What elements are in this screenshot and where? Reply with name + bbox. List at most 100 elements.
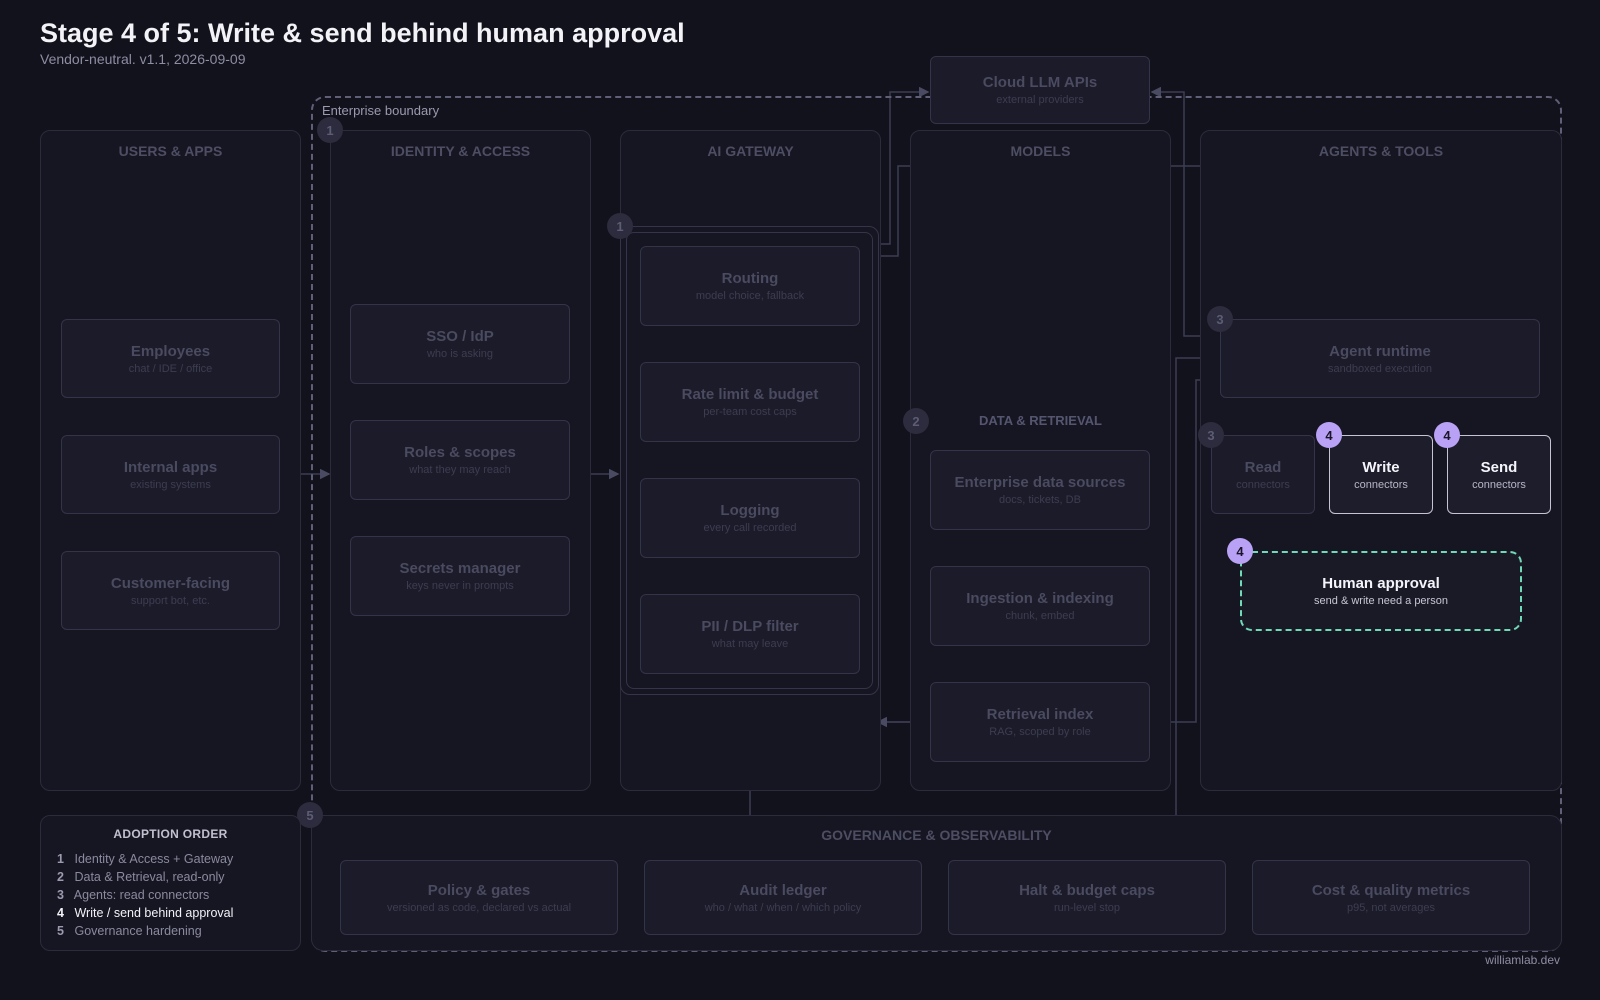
step-badge-1: 1: [317, 117, 343, 143]
legend-item-number: 1: [57, 852, 64, 866]
box-subtitle: who / what / when / which policy: [704, 901, 862, 914]
secrets-manager-box: Secrets manager keys never in prompts: [350, 536, 570, 616]
retrieval-index-box: Retrieval index RAG, scoped by role: [930, 682, 1150, 762]
legend-item: 1 Identity & Access + Gateway: [57, 850, 233, 868]
cost-quality-metrics-box: Cost & quality metrics p95, not averages: [1252, 860, 1530, 935]
box-subtitle: p95, not averages: [1346, 901, 1436, 914]
halt-budget-caps-box: Halt & budget caps run-level stop: [948, 860, 1226, 935]
sso-idp-box: SSO / IdP who is asking: [350, 304, 570, 384]
box-subtitle: send & write need a person: [1314, 595, 1448, 607]
box-title: Cloud LLM APIs: [982, 74, 1098, 91]
enterprise-boundary-label: Enterprise boundary: [322, 103, 440, 118]
legend-item: 2 Data & Retrieval, read-only: [57, 868, 233, 886]
box-subtitle: support bot, etc.: [131, 594, 210, 607]
box-subtitle: RAG, scoped by role: [989, 726, 1091, 738]
step-badge-4: 4: [1316, 422, 1342, 448]
step-badge-3: 3: [1207, 306, 1233, 332]
box-title: Retrieval index: [986, 706, 1094, 723]
legend-item-label: Agents: read connectors: [73, 888, 210, 902]
policy-gates-box: Policy & gates versioned as code, declar…: [340, 860, 618, 935]
box-title: Agent runtime: [1329, 342, 1431, 360]
box-subtitle: run-level stop: [1053, 901, 1121, 914]
legend-item-number: 3: [57, 888, 64, 902]
enterprise-data-sources-box: Enterprise data sources docs, tickets, D…: [930, 450, 1150, 530]
box-subtitle: connectors: [1236, 478, 1290, 491]
box-subtitle: who is asking: [426, 348, 494, 360]
box-subtitle: existing systems: [130, 478, 211, 491]
internal-apps-box: Internal apps existing systems: [61, 435, 280, 514]
legend-item-label: Data & Retrieval, read-only: [74, 870, 225, 884]
adoption-order-legend: ADOPTION ORDER 1 Identity & Access + Gat…: [40, 815, 301, 951]
box-subtitle: sandboxed execution: [1328, 362, 1432, 375]
legend-item-label: Identity & Access + Gateway: [74, 852, 234, 866]
box-title: Send: [1480, 458, 1518, 476]
box-subtitle: keys never in prompts: [406, 580, 514, 592]
legend-item: 3 Agents: read connectors: [57, 886, 233, 904]
legend-item-label: Governance hardening: [74, 924, 202, 938]
legend-item-number: 5: [57, 924, 64, 938]
box-subtitle: versioned as code, declared vs actual: [386, 901, 572, 914]
box-title: Logging: [720, 502, 780, 519]
box-title: Write: [1362, 458, 1400, 476]
box-title: Customer-facing: [110, 574, 231, 592]
write-connectors-box: Write connectors: [1329, 435, 1433, 514]
footer-credit: williamlab.dev: [1485, 953, 1560, 967]
human-approval-box: Human approval send & write need a perso…: [1240, 551, 1522, 631]
rate-limit-budget-box: Rate limit & budget per-team cost caps: [640, 362, 860, 442]
pii-dlp-filter-box: PII / DLP filter what may leave: [640, 594, 860, 674]
legend-list: 1 Identity & Access + Gateway 2 Data & R…: [57, 850, 233, 940]
box-title: Secrets manager: [399, 560, 521, 577]
page-title: Stage 4 of 5: Write & send behind human …: [40, 18, 685, 48]
audit-ledger-box: Audit ledger who / what / when / which p…: [644, 860, 922, 935]
legend-item-number: 2: [57, 870, 64, 884]
roles-scopes-box: Roles & scopes what they may reach: [350, 420, 570, 500]
legend-title: ADOPTION ORDER: [113, 827, 228, 841]
step-badge-1: 1: [607, 213, 633, 239]
box-title: Read: [1244, 458, 1282, 476]
box-title: Enterprise data sources: [954, 474, 1126, 491]
box-title: SSO / IdP: [426, 328, 494, 345]
box-title: Rate limit & budget: [681, 386, 819, 403]
box-subtitle: what may leave: [711, 638, 789, 650]
box-subtitle: every call recorded: [703, 522, 797, 534]
box-title: Cost & quality metrics: [1311, 881, 1471, 899]
box-subtitle: external providers: [996, 94, 1084, 106]
box-subtitle: connectors: [1472, 478, 1526, 491]
box-title: Internal apps: [123, 458, 218, 476]
send-connectors-box: Send connectors: [1447, 435, 1551, 514]
legend-item-current: 4 Write / send behind approval: [57, 904, 233, 922]
column-title: USERS & APPS: [118, 143, 223, 159]
box-title: Halt & budget caps: [1019, 881, 1155, 899]
employees-box: Employees chat / IDE / office: [61, 319, 280, 398]
cloud-llm-apis-box: Cloud LLM APIs external providers: [930, 56, 1150, 124]
logging-box: Logging every call recorded: [640, 478, 860, 558]
customer-facing-box: Customer-facing support bot, etc.: [61, 551, 280, 630]
step-badge-3: 3: [1198, 422, 1224, 448]
data-retrieval-heading: DATA & RETRIEVAL: [978, 413, 1102, 428]
box-subtitle: chat / IDE / office: [128, 362, 213, 375]
box-title: Roles & scopes: [404, 444, 516, 461]
box-subtitle: connectors: [1354, 478, 1408, 491]
box-title: Employees: [130, 342, 211, 360]
legend-item-label: Write / send behind approval: [74, 906, 234, 920]
agent-runtime-box: Agent runtime sandboxed execution: [1220, 319, 1540, 398]
box-title: Policy & gates: [427, 881, 531, 899]
box-subtitle: what they may reach: [409, 464, 511, 476]
box-subtitle: docs, tickets, DB: [999, 494, 1081, 506]
box-subtitle: model choice, fallback: [695, 290, 805, 302]
box-title: PII / DLP filter: [701, 618, 799, 635]
step-badge-4: 4: [1434, 422, 1460, 448]
legend-item-number: 4: [57, 906, 64, 920]
read-connectors-box: Read connectors: [1211, 435, 1315, 514]
column-title: AI GATEWAY: [707, 143, 794, 159]
page-subtitle: Vendor-neutral. v1.1, 2026-09-09: [40, 51, 246, 67]
box-subtitle: per-team cost caps: [703, 406, 797, 418]
step-badge-4: 4: [1227, 538, 1253, 564]
box-subtitle: chunk, embed: [1005, 610, 1075, 622]
ingestion-indexing-box: Ingestion & indexing chunk, embed: [930, 566, 1150, 646]
routing-box: Routing model choice, fallback: [640, 246, 860, 326]
column-title: AGENTS & TOOLS: [1318, 143, 1444, 159]
box-title: Routing: [721, 270, 779, 287]
column-title: MODELS: [1010, 143, 1071, 159]
column-title: IDENTITY & ACCESS: [390, 143, 531, 159]
